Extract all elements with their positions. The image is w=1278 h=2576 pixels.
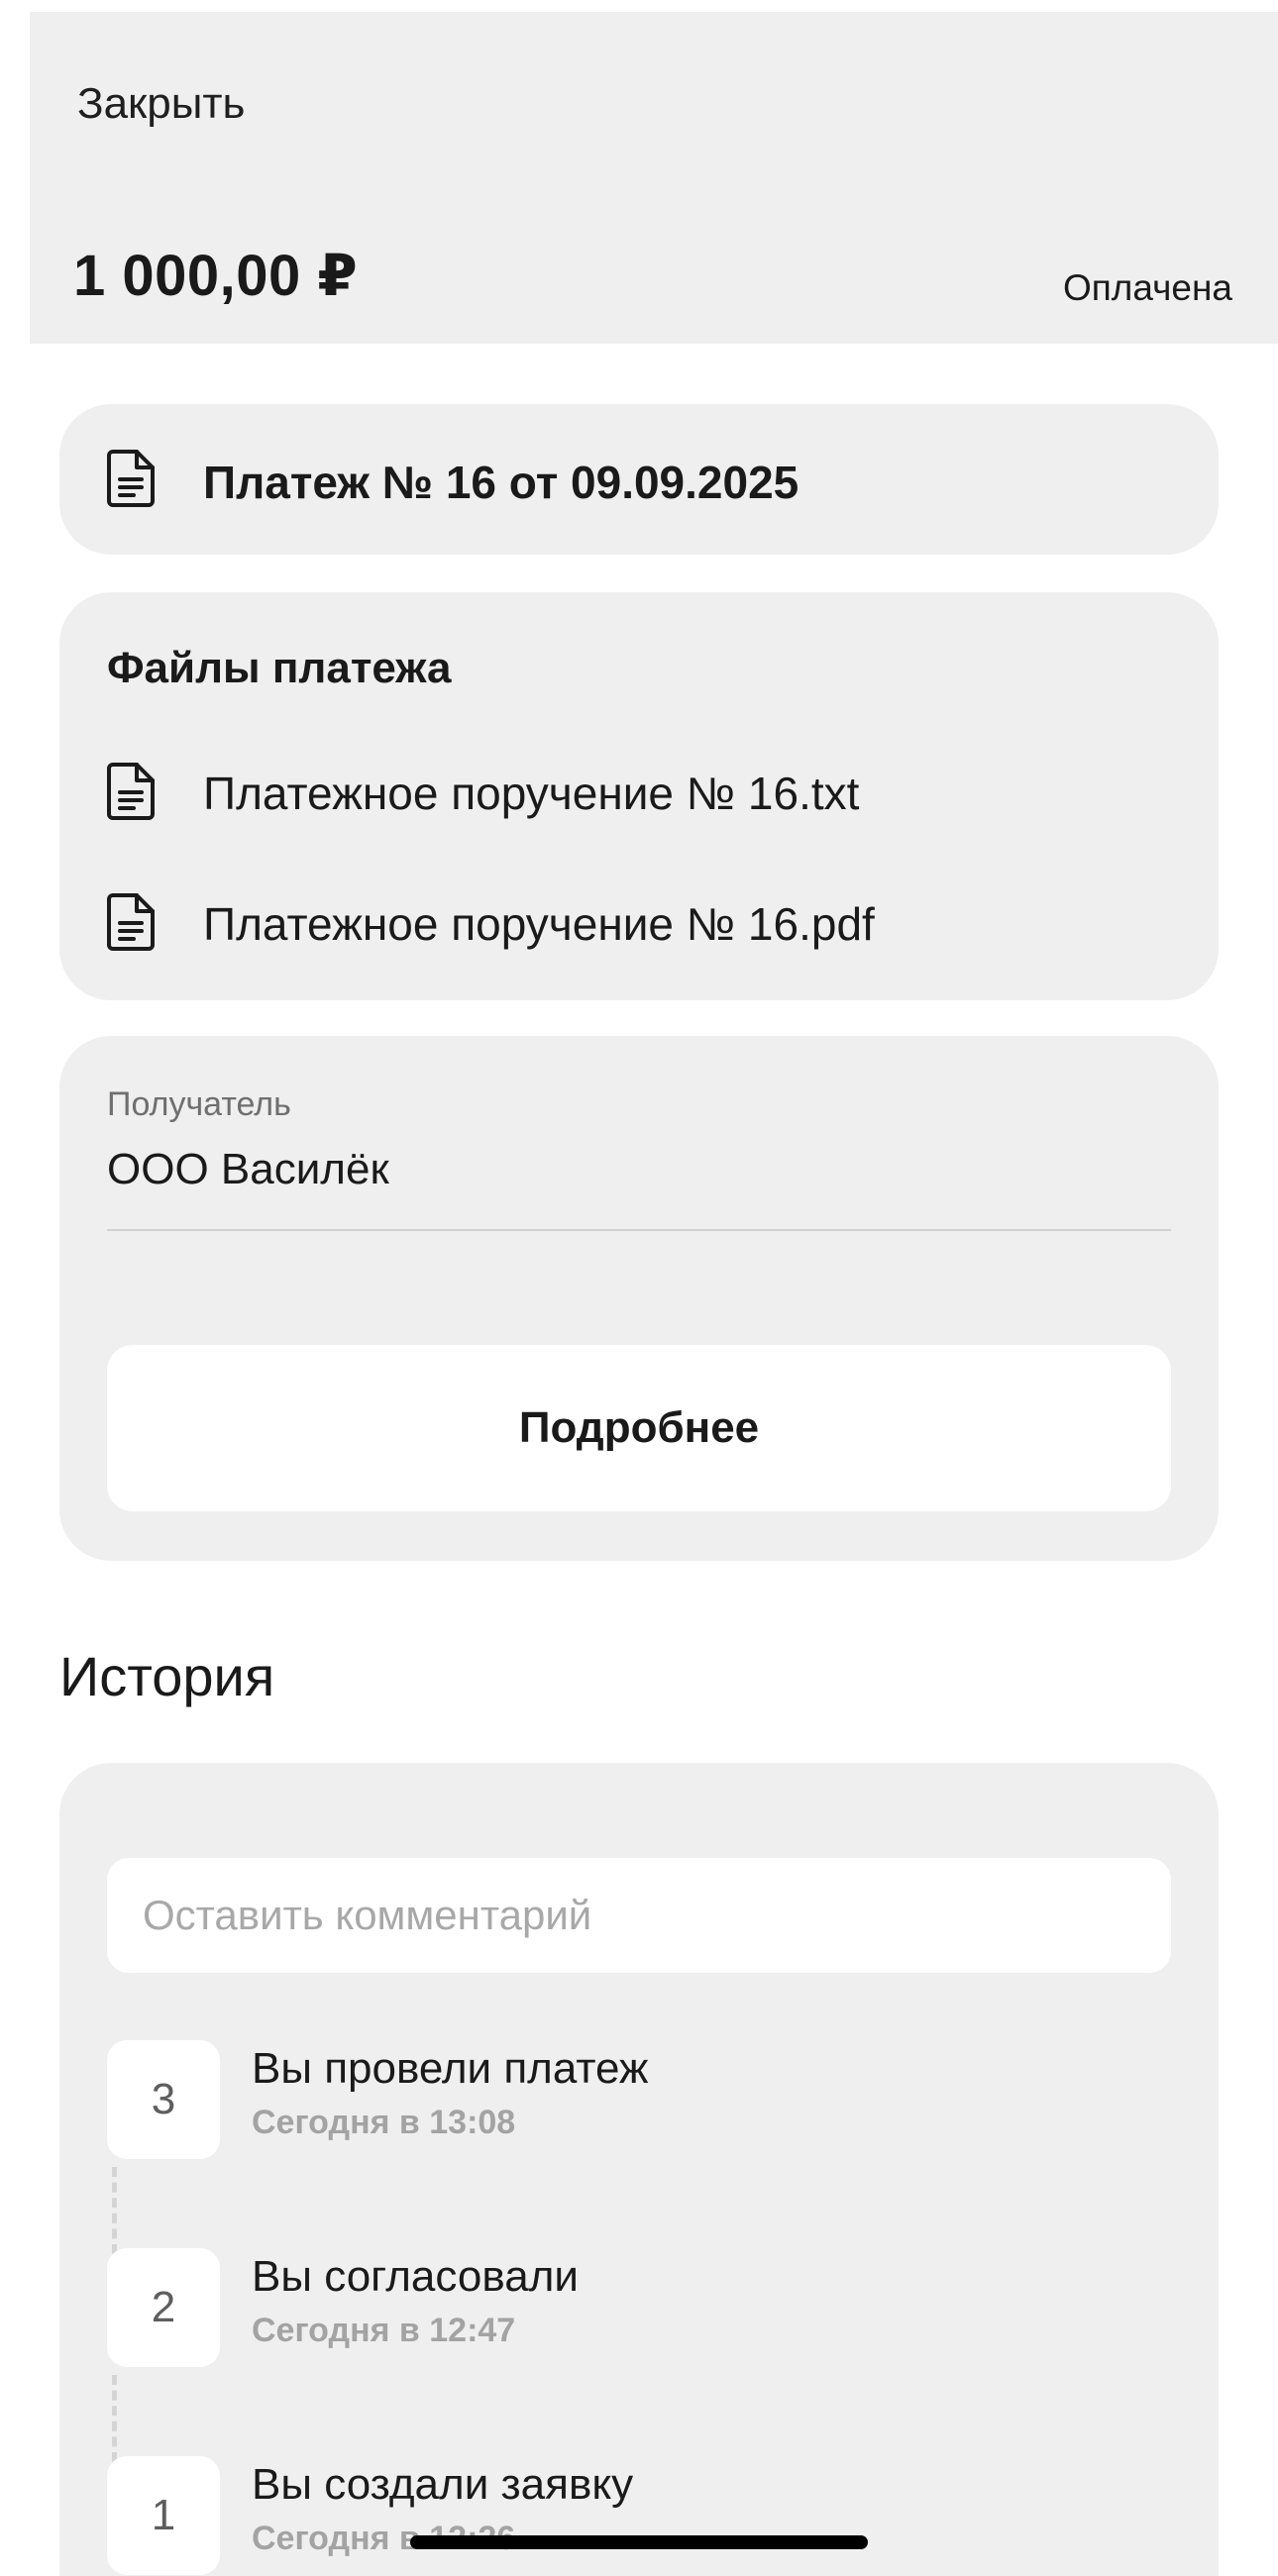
payment-card[interactable]: Платеж № 16 от 09.09.2025: [59, 404, 1219, 555]
history-event: 3 Вы провели платеж Сегодня в 13:08: [107, 2040, 1171, 2169]
status-badge: Оплачена: [1062, 267, 1232, 308]
payment-amount: 1 000,00 ₽: [73, 244, 359, 308]
event-time: Сегодня в 12:47: [252, 2312, 516, 2349]
recipient-value: ООО Василёк: [107, 1145, 389, 1193]
timeline-connector: [112, 2375, 117, 2462]
history-event: 2 Вы согласовали Сегодня в 12:47: [107, 2248, 1171, 2377]
payment-details-screen: Закрыть 1 000,00 ₽ Оплачена Платеж № 16 …: [0, 0, 1278, 2576]
comment-input[interactable]: [107, 1858, 1171, 1973]
file-item-txt[interactable]: Платежное поручение № 16.txt: [59, 753, 1219, 832]
timeline-connector: [112, 2167, 117, 2254]
close-button[interactable]: Закрыть: [77, 79, 245, 129]
history-event: 1 Вы создали заявку Сегодня в 12:26: [107, 2456, 1171, 2576]
document-icon: [107, 893, 155, 951]
event-number: 3: [107, 2040, 220, 2159]
file-item-pdf[interactable]: Платежное поручение № 16.pdf: [59, 883, 1219, 963]
recipient-card: Получатель ООО Василёк Подробнее: [59, 1036, 1219, 1561]
payment-files-card: Файлы платежа Платежное поручение № 16.t…: [59, 592, 1219, 1000]
divider: [107, 1229, 1171, 1231]
files-title: Файлы платежа: [107, 644, 452, 692]
history-heading: История: [59, 1645, 275, 1707]
event-time: Сегодня в 13:08: [252, 2104, 516, 2141]
event-title: Вы провели платеж: [252, 2044, 649, 2093]
file-name: Платежное поручение № 16.pdf: [203, 898, 875, 950]
payment-title: Платеж № 16 от 09.09.2025: [203, 457, 799, 508]
event-title: Вы создали заявку: [252, 2460, 634, 2509]
event-title: Вы согласовали: [252, 2252, 579, 2301]
event-number: 1: [107, 2456, 220, 2575]
details-button[interactable]: Подробнее: [107, 1345, 1171, 1511]
document-icon: [107, 763, 155, 820]
file-name: Платежное поручение № 16.txt: [203, 768, 860, 819]
recipient-label: Получатель: [107, 1085, 291, 1123]
event-number: 2: [107, 2248, 220, 2367]
header: Закрыть 1 000,00 ₽ Оплачена: [30, 12, 1278, 344]
document-icon: [107, 450, 155, 507]
home-indicator: [410, 2535, 868, 2549]
history-card: 3 Вы провели платеж Сегодня в 13:08 2 Вы…: [59, 1763, 1219, 2576]
